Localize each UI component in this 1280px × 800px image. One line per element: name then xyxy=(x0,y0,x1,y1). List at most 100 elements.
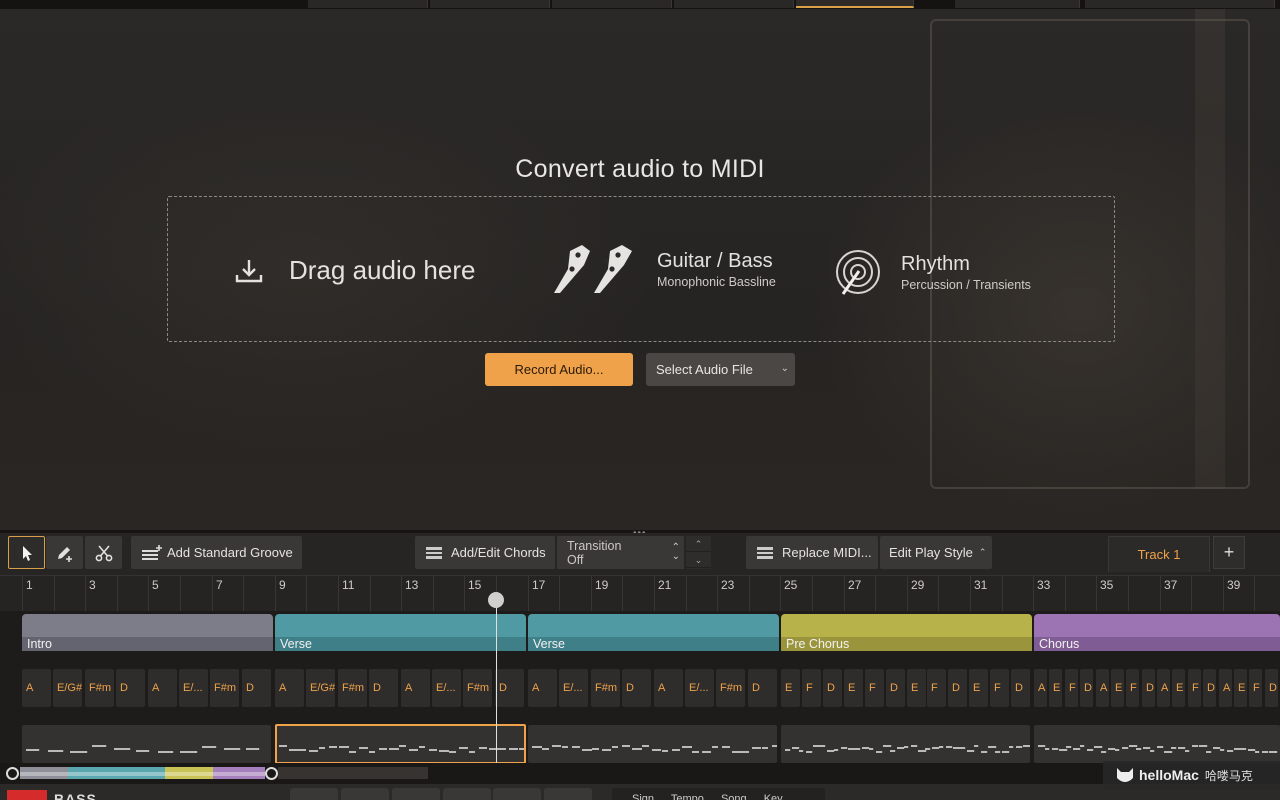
chord-block[interactable]: A xyxy=(528,669,557,707)
chord-block[interactable]: D xyxy=(886,669,905,707)
chord-block[interactable]: D xyxy=(823,669,842,707)
chord-block[interactable]: A xyxy=(275,669,304,707)
chord-block[interactable]: F#m xyxy=(716,669,745,707)
chord-block[interactable]: E xyxy=(1111,669,1124,707)
song-overview[interactable] xyxy=(0,763,1280,784)
timeline-ruler[interactable]: 1 3 5 7 9 11 13 15 17 19 21 23 25 27 29 31 33 35 37 39 xyxy=(0,575,1280,612)
bottom-tab[interactable] xyxy=(341,788,389,800)
edit-play-style-button[interactable]: Edit Play Style ⌃ xyxy=(880,536,992,569)
overview-end-handle[interactable] xyxy=(265,767,278,780)
chevron-up-icon[interactable]: ⌃ xyxy=(686,536,711,552)
record-audio-button[interactable]: Record Audio... xyxy=(485,353,633,386)
chord-block[interactable]: E xyxy=(969,669,988,707)
chord-block[interactable]: A xyxy=(148,669,177,707)
chord-block[interactable]: F xyxy=(1188,669,1201,707)
chord-block[interactable]: A xyxy=(1034,669,1047,707)
midi-region[interactable] xyxy=(781,725,1032,763)
chord-block[interactable]: F#m xyxy=(338,669,367,707)
chord-block[interactable]: E xyxy=(1172,669,1185,707)
chord-block[interactable]: D xyxy=(495,669,524,707)
chord-block[interactable]: A xyxy=(654,669,683,707)
bottom-tab[interactable] xyxy=(443,788,491,800)
chord-block[interactable]: D xyxy=(948,669,967,707)
chord-block[interactable]: F#m xyxy=(591,669,620,707)
add-track-button[interactable]: + xyxy=(1213,536,1245,569)
chord-block[interactable]: E xyxy=(907,669,926,707)
chord-block[interactable]: A xyxy=(1157,669,1170,707)
top-tab[interactable] xyxy=(1085,0,1275,8)
chord-block[interactable]: E/G# xyxy=(306,669,335,707)
chord-block[interactable]: D xyxy=(748,669,777,707)
top-tab-active[interactable] xyxy=(796,0,914,8)
add-standard-groove-button[interactable]: Add Standard Groove xyxy=(131,536,302,569)
midi-region[interactable] xyxy=(528,725,780,763)
chord-block[interactable]: F#m xyxy=(85,669,114,707)
chord-block[interactable]: F#m xyxy=(463,669,492,707)
guitar-bass-subtitle: Monophonic Bassline xyxy=(657,274,776,289)
chord-block[interactable]: D xyxy=(1142,669,1155,707)
top-tab[interactable] xyxy=(308,0,428,8)
bottom-tab[interactable] xyxy=(392,788,440,800)
midi-region[interactable] xyxy=(22,725,271,763)
chord-block[interactable]: A xyxy=(401,669,430,707)
rhythm-option[interactable]: Rhythm Percussion / Transients xyxy=(833,247,1031,297)
top-tab[interactable] xyxy=(552,0,672,8)
replace-midi-button[interactable]: Replace MIDI... xyxy=(746,536,878,569)
guitar-bass-option[interactable]: Guitar / Bass Monophonic Bassline xyxy=(546,243,776,295)
chord-block[interactable]: F xyxy=(990,669,1009,707)
track-tab[interactable]: Track 1 xyxy=(1108,536,1210,572)
selected-midi-region[interactable] xyxy=(275,724,526,764)
section-block[interactable]: Verse xyxy=(528,614,779,651)
top-tab[interactable] xyxy=(674,0,794,8)
bottom-tab[interactable] xyxy=(290,788,338,800)
section-block[interactable]: Chorus xyxy=(1034,614,1280,651)
section-block[interactable]: Pre Chorus xyxy=(781,614,1032,651)
scissors-tool-button[interactable] xyxy=(85,536,122,569)
midi-region[interactable] xyxy=(1034,725,1280,763)
add-edit-chords-button[interactable]: Add/Edit Chords xyxy=(415,536,555,569)
chord-block[interactable]: F xyxy=(1126,669,1139,707)
chord-block[interactable]: F xyxy=(1249,669,1262,707)
chevron-down-icon[interactable]: ⌄ xyxy=(686,552,711,568)
chord-block[interactable]: E/... xyxy=(432,669,461,707)
chord-block[interactable]: E xyxy=(1234,669,1247,707)
bottom-tab[interactable] xyxy=(493,788,541,800)
chord-block[interactable]: E xyxy=(1049,669,1062,707)
chord-block[interactable]: A xyxy=(1219,669,1232,707)
top-tab[interactable] xyxy=(955,0,1080,8)
audio-drop-zone[interactable]: Drag audio here Guitar / Bass Monophonic… xyxy=(167,196,1115,342)
section-block[interactable]: Intro xyxy=(22,614,273,651)
chord-block[interactable]: E/... xyxy=(685,669,714,707)
transition-stepper[interactable]: ⌃ ⌄ xyxy=(686,536,711,569)
chord-block[interactable]: A xyxy=(1096,669,1109,707)
select-audio-file-dropdown[interactable]: Select Audio File ⌄ xyxy=(646,353,795,386)
playhead-handle[interactable] xyxy=(488,592,504,608)
chord-block[interactable]: D xyxy=(622,669,651,707)
overview-start-handle[interactable] xyxy=(6,767,19,780)
bottom-tab[interactable] xyxy=(544,788,592,800)
chord-block[interactable]: D xyxy=(1080,669,1093,707)
chord-block[interactable]: A xyxy=(22,669,51,707)
chord-block[interactable]: F xyxy=(802,669,821,707)
chord-block[interactable]: D xyxy=(116,669,145,707)
chord-block[interactable]: D xyxy=(369,669,398,707)
drag-audio-target[interactable]: Drag audio here xyxy=(234,255,475,286)
transition-select[interactable]: Transition Off ⌃ ⌄ xyxy=(557,536,684,569)
pencil-tool-button[interactable] xyxy=(46,536,83,569)
chord-block[interactable]: D xyxy=(1203,669,1216,707)
chord-block[interactable]: F#m xyxy=(210,669,239,707)
chord-block[interactable]: E xyxy=(844,669,863,707)
chord-block[interactable]: E/... xyxy=(179,669,208,707)
chord-block[interactable]: D xyxy=(1011,669,1030,707)
chord-block[interactable]: F xyxy=(1065,669,1078,707)
top-tab[interactable] xyxy=(430,0,550,8)
section-block[interactable]: Verse xyxy=(275,614,526,651)
pointer-tool-button[interactable] xyxy=(8,536,45,569)
chord-block[interactable]: D xyxy=(242,669,271,707)
chord-block[interactable]: F xyxy=(927,669,946,707)
chord-block[interactable]: E xyxy=(781,669,800,707)
chord-block[interactable]: E/... xyxy=(559,669,588,707)
chord-block[interactable]: E/G# xyxy=(53,669,82,707)
chord-block[interactable]: F xyxy=(865,669,884,707)
chord-block[interactable]: D xyxy=(1265,669,1278,707)
